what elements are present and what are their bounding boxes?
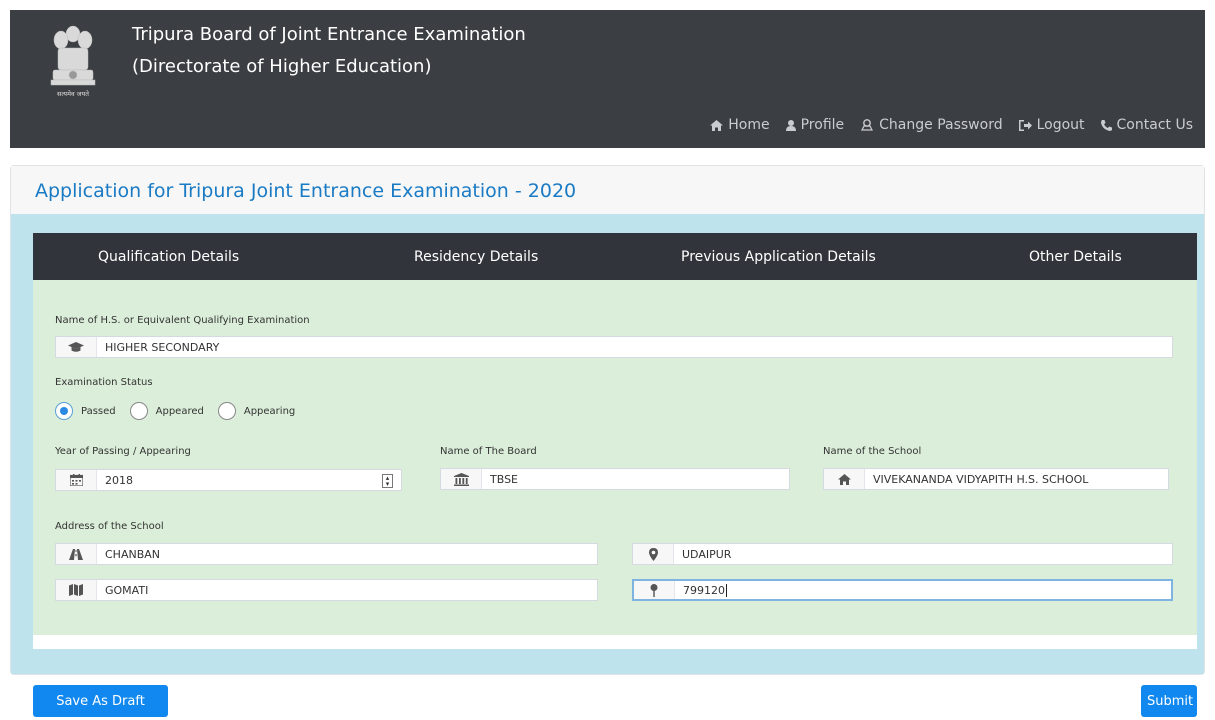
form-tabs: Qualification Details Residency Details …	[33, 233, 1197, 280]
save-draft-button[interactable]: Save As Draft	[33, 685, 168, 717]
tab-residency-details[interactable]: Residency Details	[414, 249, 538, 265]
board-label: Name of The Board	[440, 446, 537, 457]
submit-button[interactable]: Submit	[1141, 685, 1197, 717]
year-value: 2018	[105, 473, 133, 487]
address-district-field[interactable]: GOMATI	[55, 579, 598, 601]
radio-appeared[interactable]	[129, 402, 148, 420]
institution-icon	[453, 472, 469, 486]
panel-header: Application for Tripura Joint Entrance E…	[11, 166, 1204, 215]
national-emblem-icon: सत्यमेव जयते	[50, 25, 96, 98]
radio-appearing-label: Appearing	[243, 405, 296, 417]
school-label: Name of the School	[823, 446, 922, 457]
phone-icon	[1100, 119, 1112, 131]
pin-addon	[634, 581, 675, 599]
graduation-cap-icon	[68, 341, 84, 352]
qualifying-exam-addon	[56, 337, 97, 357]
qualifying-exam-label: Name of H.S. or Equivalent Qualifying Ex…	[55, 315, 310, 326]
address-locality-value: CHANBAN	[105, 547, 161, 561]
nav-change-password-label: Change Password	[879, 117, 1003, 133]
main-nav: Home Profile Change Password Logout Cont…	[710, 117, 1193, 133]
brand-title: Tripura Board of Joint Entrance Examinat…	[132, 24, 526, 45]
year-field[interactable]: 2018 ▴ ▾	[55, 469, 402, 491]
qualifying-exam-field[interactable]: HIGHER SECONDARY	[55, 336, 1173, 358]
year-label: Year of Passing / Appearing	[55, 446, 191, 457]
page-title: Application for Tripura Joint Entrance E…	[35, 180, 577, 202]
address-pin-value: 799120	[683, 583, 725, 597]
radio-appearing[interactable]	[217, 402, 236, 420]
radio-passed[interactable]	[55, 402, 73, 420]
nav-logout-label: Logout	[1036, 117, 1085, 133]
board-addon	[441, 469, 482, 489]
exam-status-radios: Passed Appeared Appearing	[55, 402, 301, 420]
address-label: Address of the School	[55, 521, 164, 532]
key-icon	[861, 119, 874, 131]
logout-icon	[1018, 119, 1032, 131]
address-city-field[interactable]: UDAIPUR	[632, 543, 1173, 565]
home-icon	[710, 119, 724, 131]
exam-status-label: Examination Status	[55, 377, 153, 388]
address-city-value: UDAIPUR	[682, 547, 732, 561]
qualifying-exam-value: HIGHER SECONDARY	[105, 340, 220, 354]
panel-body: Qualification Details Residency Details …	[11, 214, 1204, 674]
address-pin-field[interactable]: 799120	[632, 579, 1173, 601]
tab-other-details[interactable]: Other Details	[1029, 249, 1122, 265]
calendar-icon	[69, 474, 83, 486]
brand-subtitle: (Directorate of Higher Education)	[132, 56, 432, 77]
board-value: TBSE	[490, 472, 519, 486]
map-marker-icon	[648, 547, 658, 561]
year-addon	[56, 470, 97, 490]
emblem-caption: सत्यमेव जयते	[57, 90, 89, 98]
nav-logout[interactable]: Logout	[1018, 117, 1085, 133]
nav-home-label: Home	[728, 117, 770, 133]
board-field[interactable]: TBSE	[440, 468, 790, 490]
text-cursor	[726, 583, 727, 597]
radio-passed-label: Passed	[81, 405, 116, 417]
radio-appeared-label: Appeared	[155, 405, 204, 417]
road-icon	[69, 548, 83, 560]
top-header: सत्यमेव जयते Tripura Board of Joint Entr…	[10, 10, 1205, 148]
city-addon	[633, 544, 674, 564]
year-spinner[interactable]: ▴ ▾	[382, 474, 393, 488]
nav-profile[interactable]: Profile	[785, 117, 845, 133]
school-value: VIVEKANANDA VIDYAPITH H.S. SCHOOL	[873, 472, 1089, 486]
address-district-value: GOMATI	[105, 583, 149, 597]
home-icon	[837, 473, 851, 485]
school-field[interactable]: VIVEKANANDA VIDYAPITH H.S. SCHOOL	[823, 468, 1169, 490]
form-footer-strip	[33, 635, 1197, 649]
nav-profile-label: Profile	[800, 117, 845, 133]
address-locality-field[interactable]: CHANBAN	[55, 543, 598, 565]
nav-contact-us-label: Contact Us	[1116, 117, 1193, 133]
nav-home[interactable]: Home	[710, 117, 770, 133]
user-icon	[785, 119, 796, 131]
tab-qualification-details[interactable]: Qualification Details	[98, 249, 239, 265]
pushpin-icon	[650, 583, 658, 597]
tab-previous-application-details[interactable]: Previous Application Details	[681, 249, 876, 265]
district-addon	[56, 580, 97, 600]
map-icon	[69, 584, 83, 596]
nav-change-password[interactable]: Change Password	[860, 117, 1003, 133]
school-addon	[824, 469, 865, 489]
locality-addon	[56, 544, 97, 564]
nav-contact-us[interactable]: Contact Us	[1100, 117, 1193, 133]
